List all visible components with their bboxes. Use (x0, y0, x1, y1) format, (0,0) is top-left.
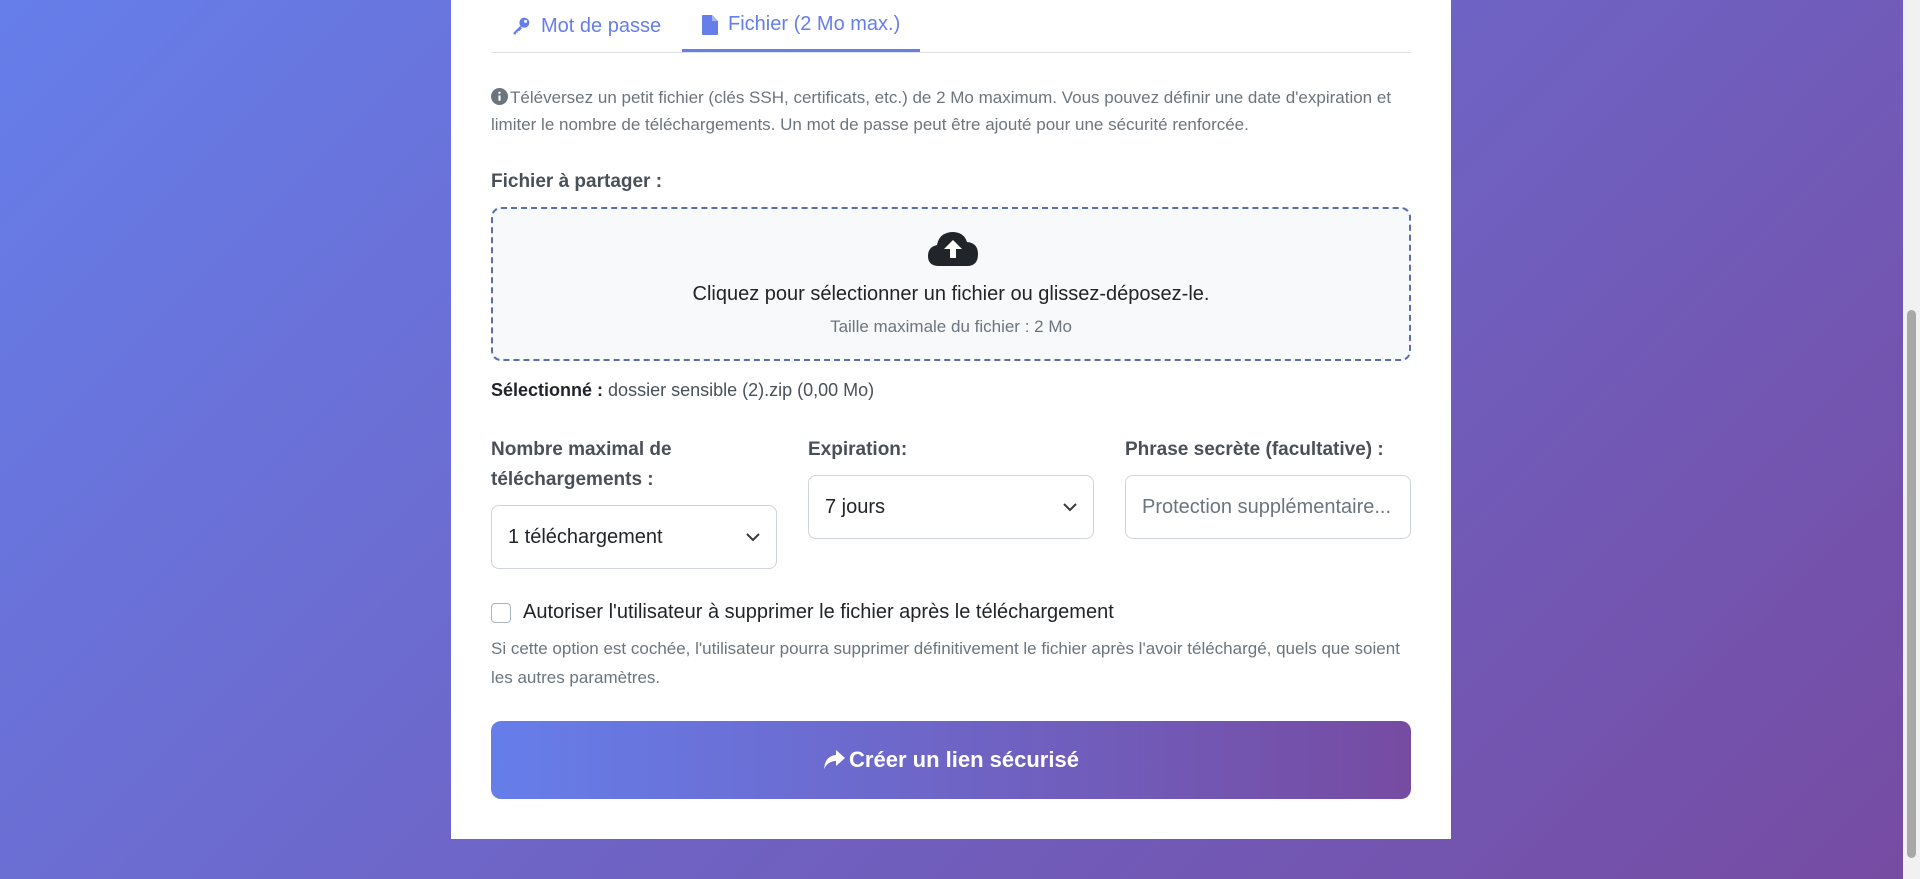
passphrase-input[interactable]: Protection supplémentaire... (1125, 475, 1411, 539)
card-content: Mot de passe Fichier (2 Mo max.) Téléver… (491, 0, 1411, 799)
expiration-value: 7 jours (825, 495, 886, 518)
info-circle-icon (491, 88, 508, 105)
max-downloads-group: Nombre maximal de téléchargements : 1 té… (491, 435, 777, 569)
tab-file[interactable]: Fichier (2 Mo max.) (682, 0, 921, 52)
create-link-label: Créer un lien sécurisé (849, 747, 1079, 772)
chevron-down-icon (746, 532, 760, 541)
share-arrow-icon (824, 750, 846, 769)
dropzone-text: Cliquez pour sélectionner un fichier ou … (692, 283, 1210, 305)
allow-delete-checkbox[interactable] (491, 602, 511, 623)
tab-file-label: Fichier (2 Mo max.) (728, 13, 901, 35)
tab-password[interactable]: Mot de passe (491, 0, 681, 52)
passphrase-group: Phrase secrète (facultative) : Protectio… (1125, 435, 1411, 539)
allow-delete-row: Autoriser l'utilisateur à supprimer le f… (491, 601, 1114, 624)
key-icon (513, 17, 530, 35)
allow-delete-label[interactable]: Autoriser l'utilisateur à supprimer le f… (523, 601, 1114, 624)
chevron-down-icon (1063, 502, 1077, 511)
file-label: Fichier à partager : (491, 171, 663, 192)
scrollbar-thumb[interactable] (1907, 310, 1916, 858)
create-link-button[interactable]: Créer un lien sécurisé (491, 721, 1411, 799)
selected-file: Sélectionné : dossier sensible (2).zip (… (491, 380, 874, 401)
share-card: Mot de passe Fichier (2 Mo max.) Téléver… (451, 0, 1451, 839)
dropzone-subtext: Taille maximale du fichier : 2 Mo (830, 317, 1072, 336)
file-dropzone[interactable]: Cliquez pour sélectionner un fichier ou … (491, 207, 1411, 361)
info-text-content: Téléversez un petit fichier (clés SSH, c… (491, 88, 1392, 134)
passphrase-label: Phrase secrète (facultative) : (1125, 439, 1384, 460)
max-downloads-select[interactable]: 1 téléchargement (491, 505, 777, 569)
file-icon (702, 14, 718, 35)
expiration-select[interactable]: 7 jours (808, 475, 1094, 539)
allow-delete-help: Si cette option est cochée, l'utilisateu… (491, 639, 1400, 687)
cloud-upload-icon (928, 232, 978, 266)
tab-password-label: Mot de passe (541, 14, 662, 37)
max-downloads-value: 1 téléchargement (508, 525, 663, 548)
tabs-bar: Mot de passe Fichier (2 Mo max.) (491, 0, 1411, 53)
expiration-label: Expiration: (808, 439, 908, 460)
info-text: Téléversez un petit fichier (clés SSH, c… (491, 84, 1411, 138)
selected-value: dossier sensible (2).zip (0,00 Mo) (608, 380, 875, 400)
max-downloads-label: Nombre maximal de téléchargements : (491, 439, 672, 490)
selected-label: Sélectionné : (491, 380, 604, 400)
passphrase-placeholder: Protection supplémentaire... (1142, 495, 1392, 518)
page-scrollbar[interactable] (1903, 0, 1920, 879)
expiration-group: Expiration: 7 jours (808, 435, 1094, 539)
